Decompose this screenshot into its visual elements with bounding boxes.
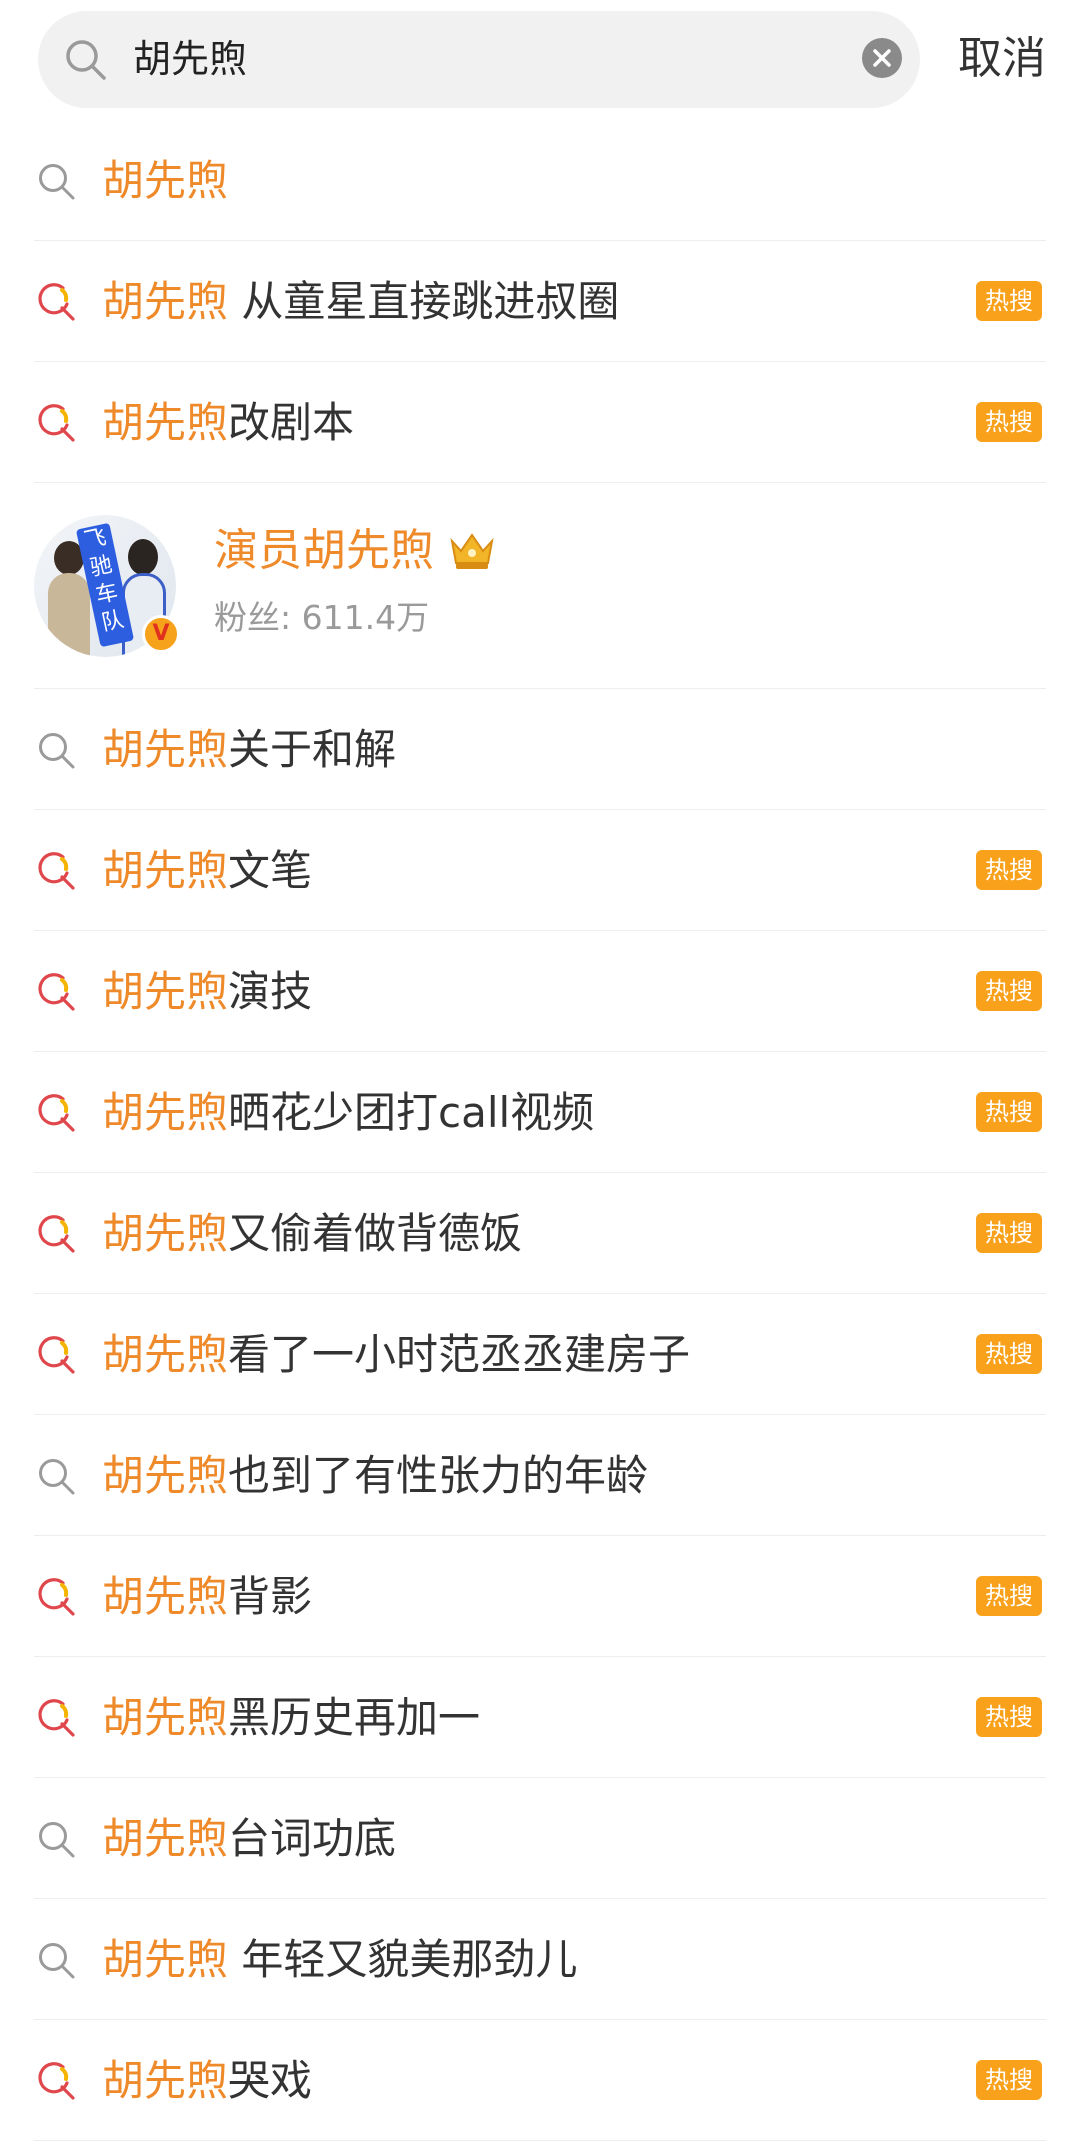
suggestion-row[interactable]: 胡先煦 年轻又貌美那劲儿 xyxy=(34,1899,1046,2020)
suggestion-rest: 哭戏 xyxy=(228,2056,313,2105)
search-icon xyxy=(39,164,75,200)
hot-badge: 热搜 xyxy=(976,850,1042,890)
suggestion-row[interactable]: 胡先煦 从童星直接跳进叔圈 热搜 xyxy=(34,241,1046,362)
hot-search-icon xyxy=(38,1094,75,1132)
suggestion-keyword: 胡先煦 xyxy=(102,398,229,447)
hot-badge: 热搜 xyxy=(976,1334,1042,1374)
hot-search-icon xyxy=(38,1578,75,1616)
suggestion-text: 胡先煦 年轻又貌美那劲儿 xyxy=(102,1899,577,2020)
suggestion-text: 胡先煦台词功底 xyxy=(102,1778,396,1899)
suggestion-rest: 黑历史再加一 xyxy=(228,1693,481,1742)
suggestion-text: 胡先煦文笔 xyxy=(102,810,312,931)
suggestion-keyword: 胡先煦 xyxy=(102,1935,229,1984)
suggestion-rest: 又偷着做背德饭 xyxy=(228,1209,523,1258)
hot-search-icon xyxy=(38,852,75,890)
hot-badge: 热搜 xyxy=(976,2060,1042,2100)
hot-badge: 热搜 xyxy=(976,1213,1042,1253)
suggestion-rest: 从童星直接跳进叔圈 xyxy=(228,277,620,326)
suggestion-keyword: 胡先煦 xyxy=(102,2056,229,2105)
suggestion-rest: 关于和解 xyxy=(228,725,397,774)
suggestion-keyword: 胡先煦 xyxy=(102,1693,229,1742)
suggestion-row[interactable]: 胡先煦改剧本 热搜 xyxy=(34,362,1046,483)
hot-search-icon xyxy=(38,2062,75,2100)
suggestion-text: 胡先煦又偷着做背德饭 xyxy=(102,1173,522,1294)
suggestion-rest: 演技 xyxy=(228,967,313,1016)
search-icon xyxy=(39,1943,75,1979)
hot-search-icon xyxy=(38,283,75,321)
search-icon xyxy=(39,1459,75,1495)
search-icon xyxy=(39,1822,75,1858)
suggestion-keyword: 胡先煦 xyxy=(102,967,229,1016)
hot-search-icon xyxy=(38,1699,75,1737)
suggestion-text: 胡先煦演技 xyxy=(102,931,312,1052)
suggestion-keyword: 胡先煦 xyxy=(102,1330,229,1379)
suggestion-keyword: 胡先煦 xyxy=(102,1814,229,1863)
suggestion-keyword: 胡先煦 xyxy=(102,846,229,895)
suggestion-text: 胡先煦也到了有性张力的年龄 xyxy=(102,1415,648,1536)
search-icon xyxy=(66,40,106,80)
suggestion-rest: 年轻又貌美那劲儿 xyxy=(228,1935,578,1984)
suggestion-rest: 背影 xyxy=(228,1572,313,1621)
hot-badge: 热搜 xyxy=(976,1697,1042,1737)
hot-badge: 热搜 xyxy=(976,402,1042,442)
hot-badge: 热搜 xyxy=(976,1092,1042,1132)
hot-search-icon xyxy=(38,973,75,1011)
suggestion-row[interactable]: 胡先煦关于和解 xyxy=(34,689,1046,810)
suggestion-text: 胡先煦 从童星直接跳进叔圈 xyxy=(102,241,619,362)
suggestion-text: 胡先煦 xyxy=(102,120,228,241)
search-header: 胡先煦 取消 xyxy=(0,0,1080,120)
search-icon xyxy=(39,733,75,769)
suggestion-text: 胡先煦背影 xyxy=(102,1536,312,1657)
suggestion-keyword: 胡先煦 xyxy=(102,156,229,205)
suggestion-keyword: 胡先煦 xyxy=(102,1209,229,1258)
hot-badge: 热搜 xyxy=(976,1576,1042,1616)
crown-icon xyxy=(450,533,494,569)
suggestion-row[interactable]: 胡先煦 xyxy=(34,120,1046,241)
verified-icon: V xyxy=(142,615,180,653)
hot-badge: 热搜 xyxy=(976,281,1042,321)
clear-icon[interactable] xyxy=(862,38,902,78)
suggestion-row[interactable]: 胡先煦背影 热搜 xyxy=(34,1536,1046,1657)
suggestion-text: 胡先煦哭戏 xyxy=(102,2020,312,2141)
suggestion-rest: 晒花少团打call视频 xyxy=(228,1088,595,1137)
hot-badge: 热搜 xyxy=(976,971,1042,1011)
suggestion-rest: 台词功底 xyxy=(228,1814,397,1863)
suggestion-keyword: 胡先煦 xyxy=(102,1451,229,1500)
suggestion-keyword: 胡先煦 xyxy=(102,725,229,774)
suggestion-text: 胡先煦晒花少团打call视频 xyxy=(102,1052,594,1173)
suggestion-row[interactable]: 胡先煦哭戏 热搜 xyxy=(34,2020,1046,2141)
user-name: 演员胡先煦 xyxy=(214,525,434,576)
hot-search-icon xyxy=(38,404,75,442)
suggestion-row[interactable]: 胡先煦看了一小时范丞丞建房子 热搜 xyxy=(34,1294,1046,1415)
suggestion-rest: 改剧本 xyxy=(228,398,355,447)
suggestion-row[interactable]: 胡先煦又偷着做背德饭 热搜 xyxy=(34,1173,1046,1294)
suggestion-rest: 看了一小时范丞丞建房子 xyxy=(228,1330,691,1379)
suggestion-text: 胡先煦改剧本 xyxy=(102,362,354,483)
suggestion-row[interactable]: 胡先煦晒花少团打call视频 热搜 xyxy=(34,1052,1046,1173)
search-input[interactable]: 胡先煦 xyxy=(38,11,920,108)
suggestion-text: 胡先煦黑历史再加一 xyxy=(102,1657,480,1778)
suggestion-keyword: 胡先煦 xyxy=(102,277,229,326)
suggestion-keyword: 胡先煦 xyxy=(102,1572,229,1621)
suggestion-row[interactable]: 胡先煦演技 热搜 xyxy=(34,931,1046,1052)
cancel-button[interactable]: 取消 xyxy=(958,0,1046,118)
hot-search-icon xyxy=(38,1215,75,1253)
hot-search-icon xyxy=(38,1336,75,1374)
suggestion-rest: 文笔 xyxy=(228,846,313,895)
suggestion-row[interactable]: 胡先煦也到了有性张力的年龄 xyxy=(34,1415,1046,1536)
suggestion-keyword: 胡先煦 xyxy=(102,1088,229,1137)
suggestion-text: 胡先煦看了一小时范丞丞建房子 xyxy=(102,1294,690,1415)
user-card[interactable]: 飞驰车队 V 演员胡先煦 粉丝: 611.4万 xyxy=(34,483,1046,689)
suggestion-rest: 也到了有性张力的年龄 xyxy=(228,1451,649,1500)
suggestion-list: 胡先煦 胡先煦 从童星直接跳进叔圈 热搜 胡先煦改剧本 热搜 飞驰车队 V 演员胡先煦 … xyxy=(0,120,1080,2141)
suggestion-row[interactable]: 胡先煦黑历史再加一 热搜 xyxy=(34,1657,1046,1778)
suggestion-row[interactable]: 胡先煦文笔 热搜 xyxy=(34,810,1046,931)
fans-count: 粉丝: 611.4万 xyxy=(214,598,430,637)
suggestion-row[interactable]: 胡先煦台词功底 xyxy=(34,1778,1046,1899)
suggestion-text: 胡先煦关于和解 xyxy=(102,689,396,810)
search-query-text: 胡先煦 xyxy=(133,37,248,81)
